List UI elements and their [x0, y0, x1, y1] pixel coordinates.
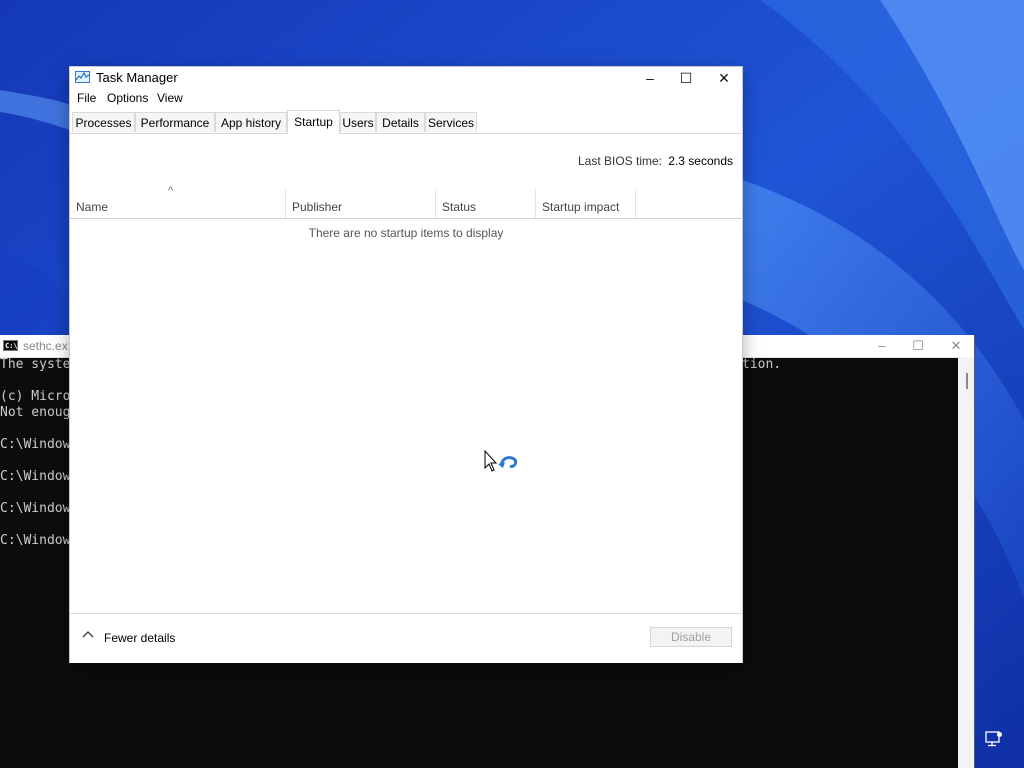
- busy-cursor-icon: [484, 450, 518, 472]
- console-line: C:\Window: [0, 469, 71, 484]
- tab-users[interactable]: Users: [340, 112, 376, 132]
- console-minimize-button[interactable]: –: [864, 335, 900, 357]
- minimize-button[interactable]: –: [631, 67, 669, 89]
- console-icon: C:\: [3, 340, 18, 351]
- fewer-details-link[interactable]: Fewer details: [104, 631, 175, 645]
- console-title: sethc.ex: [23, 339, 68, 353]
- column-headers: ^ Name Publisher Status Startup impact: [70, 185, 742, 219]
- close-button[interactable]: ✕: [705, 67, 743, 89]
- chevron-up-icon[interactable]: [82, 630, 94, 640]
- tab-app-history[interactable]: App history: [215, 112, 287, 132]
- tab-services[interactable]: Services: [425, 112, 477, 132]
- window-title: Task Manager: [96, 70, 178, 85]
- console-line: C:\Window: [0, 437, 71, 452]
- menu-options[interactable]: Options: [107, 91, 148, 105]
- menu-view[interactable]: View: [157, 91, 183, 105]
- bios-time-label: Last BIOS time:: [577, 154, 662, 168]
- column-name-label: Name: [76, 200, 109, 214]
- maximize-button[interactable]: ☐: [667, 67, 705, 89]
- bios-time-value: 2.3 seconds: [668, 154, 733, 168]
- task-manager-icon: [75, 71, 90, 83]
- console-line: The syste: [0, 357, 71, 372]
- console-close-button[interactable]: ✕: [938, 335, 974, 357]
- column-status[interactable]: Status: [436, 189, 536, 218]
- column-status-label: Status: [442, 200, 477, 214]
- column-name[interactable]: ^ Name: [70, 185, 286, 218]
- console-line: (c) Micro: [0, 389, 71, 404]
- tab-startup[interactable]: Startup: [287, 110, 340, 134]
- footer: Fewer details Disable: [70, 613, 742, 663]
- console-line-tail: tion.: [742, 357, 782, 372]
- column-publisher[interactable]: Publisher: [286, 189, 436, 218]
- network-tray-icon[interactable]: [985, 731, 1003, 747]
- console-line: C:\Window: [0, 533, 71, 548]
- console-maximize-button[interactable]: ☐: [900, 335, 936, 357]
- column-startup-impact-label: Startup impact: [542, 200, 620, 214]
- menu-file[interactable]: File: [77, 91, 96, 105]
- column-publisher-label: Publisher: [292, 200, 343, 214]
- tab-performance[interactable]: Performance: [135, 112, 215, 132]
- column-startup-impact[interactable]: Startup impact: [536, 189, 636, 218]
- sort-ascending-icon: ^: [168, 185, 174, 197]
- empty-list-message: There are no startup items to display: [308, 226, 504, 240]
- console-line: Not enoug: [0, 405, 71, 420]
- task-manager-window[interactable]: Task Manager – ☐ ✕ File Options View Pro…: [70, 67, 742, 663]
- menu-bar: File Options View: [70, 89, 742, 107]
- tab-processes[interactable]: Processes: [72, 112, 135, 132]
- tab-details[interactable]: Details: [376, 112, 425, 132]
- console-line: C:\Window: [0, 501, 71, 516]
- console-scrollbar-thumb[interactable]: [966, 373, 968, 389]
- disable-button[interactable]: Disable: [650, 627, 732, 647]
- task-manager-titlebar[interactable]: Task Manager – ☐ ✕: [70, 67, 742, 89]
- tab-bar: Processes Performance App history Startu…: [70, 110, 742, 134]
- console-scrollbar[interactable]: [958, 357, 974, 768]
